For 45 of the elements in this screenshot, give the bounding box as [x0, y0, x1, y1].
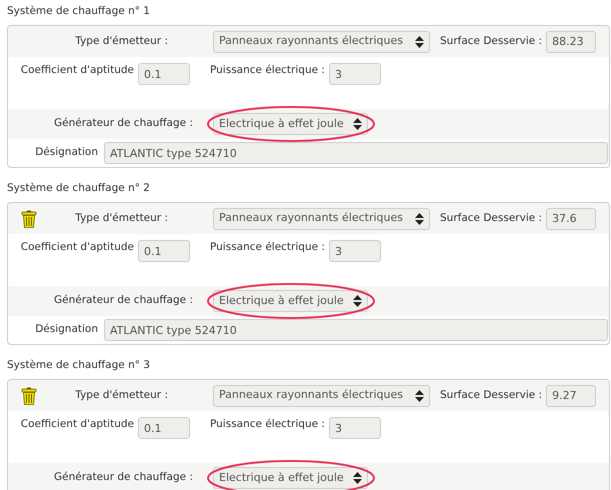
- section-title: Système de chauffage n° 2: [6, 181, 151, 196]
- field-label: Surface Desservie :: [440, 388, 542, 403]
- sort-arrows-icon: [353, 118, 362, 130]
- select-dropdown[interactable]: Electrique à effet joule: [213, 290, 368, 312]
- field-label: Désignation: [34, 145, 98, 160]
- field-label: Type d'émetteur :: [74, 34, 168, 49]
- select-dropdown[interactable]: Electrique à effet joule: [213, 113, 368, 135]
- field-label: Puissance électrique :: [210, 63, 325, 78]
- text-field[interactable]: 9.27: [546, 384, 596, 406]
- text-field[interactable]: 0.1: [138, 63, 190, 85]
- field-label: Désignation: [34, 322, 98, 338]
- select-dropdown[interactable]: Electrique à effet joule: [213, 467, 368, 489]
- text-field[interactable]: 0.1: [138, 240, 190, 262]
- select-dropdown[interactable]: Panneaux rayonnants électriques: [213, 30, 430, 52]
- sort-arrows-icon: [415, 390, 424, 402]
- trash-icon[interactable]: [21, 386, 37, 404]
- trash-icon[interactable]: [21, 210, 37, 228]
- sort-arrows-icon: [415, 212, 424, 224]
- field-label: Générateur de chauffage :: [53, 116, 193, 132]
- text-field[interactable]: ATLANTIC type 524710: [104, 319, 608, 341]
- section-title: Système de chauffage n° 1: [6, 4, 151, 19]
- text-field[interactable]: 88.23: [546, 30, 596, 52]
- field-label: Coefficient d'aptitude: [20, 417, 134, 432]
- field-label: Générateur de chauffage :: [53, 293, 193, 308]
- field-label: Puissance électrique :: [210, 417, 325, 432]
- select-dropdown[interactable]: Panneaux rayonnants électriques: [213, 208, 430, 230]
- text-field[interactable]: 3: [328, 63, 381, 85]
- field-label: Type d'émetteur :: [74, 210, 168, 226]
- sort-arrows-icon: [353, 472, 362, 484]
- field-label: Coefficient d'aptitude: [20, 240, 134, 255]
- sort-arrows-icon: [415, 36, 424, 48]
- field-label: Puissance électrique :: [210, 240, 325, 255]
- text-field[interactable]: 3: [328, 417, 381, 439]
- text-field[interactable]: ATLANTIC type 524710: [104, 142, 608, 164]
- text-field[interactable]: 37.6: [546, 208, 596, 230]
- text-field[interactable]: 0.1: [138, 417, 190, 439]
- text-field[interactable]: 3: [328, 240, 381, 262]
- select-dropdown[interactable]: Panneaux rayonnants électriques: [213, 384, 430, 406]
- field-label: Surface Desservie :: [440, 34, 542, 49]
- field-label: Type d'émetteur :: [74, 388, 168, 403]
- field-label: Coefficient d'aptitude: [20, 63, 134, 78]
- section-title: Système de chauffage n° 3: [6, 358, 151, 373]
- field-label: Générateur de chauffage :: [53, 470, 193, 486]
- field-label: Surface Desservie :: [440, 210, 542, 226]
- sort-arrows-icon: [353, 295, 362, 307]
